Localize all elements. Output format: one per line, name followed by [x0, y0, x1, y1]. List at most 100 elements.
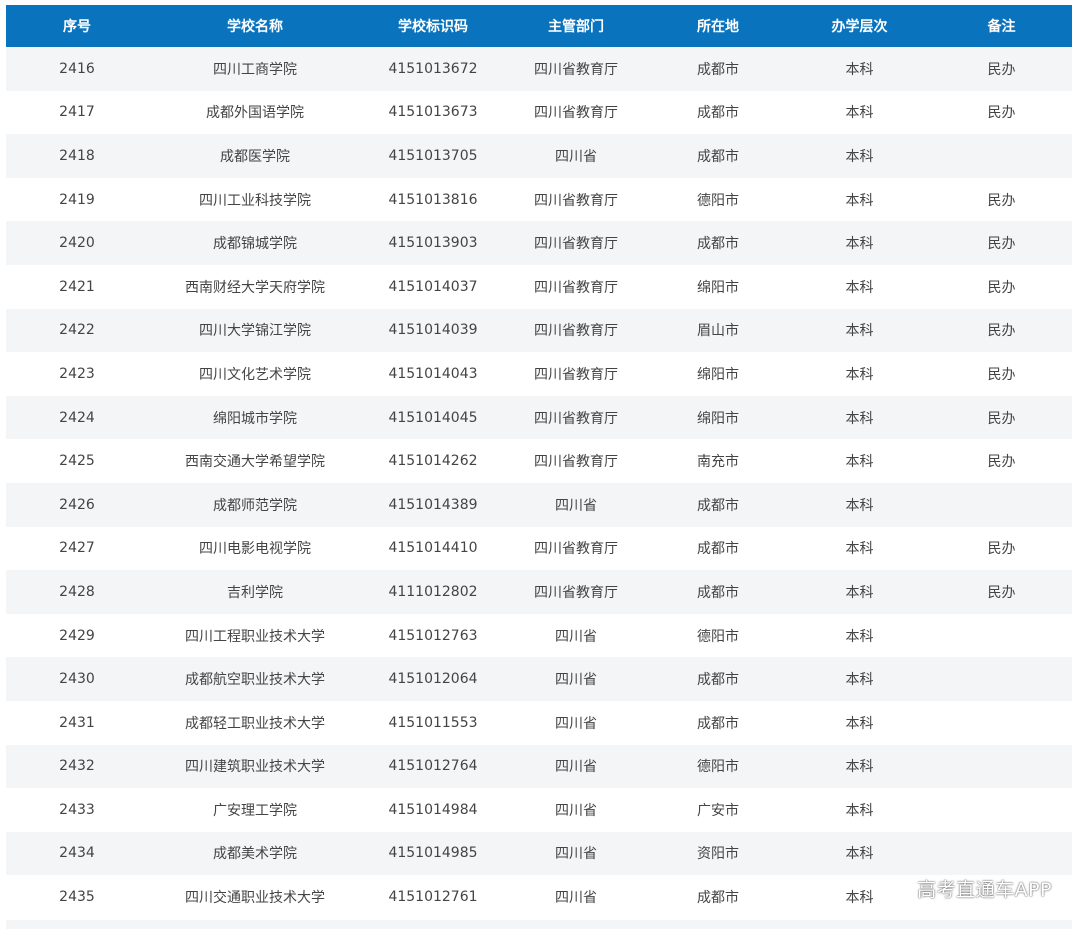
cell-location: 成都市 — [648, 482, 788, 527]
cell-level: 本科 — [788, 395, 931, 440]
cell-level: 本科 — [788, 875, 931, 919]
cell-level: 本科 — [788, 90, 931, 135]
header-school-name: 学校名称 — [148, 5, 362, 47]
cell-school-name: 西南财经大学天府学院 — [148, 264, 362, 309]
cell-authority: 四川省 — [504, 875, 648, 919]
cell-index: 2434 — [6, 831, 148, 876]
school-list: 序号 学校名称 学校标识码 主管部门 所在地 办学层次 备注 2416 四川工商学… — [6, 5, 1072, 919]
cell-authority: 四川省 — [504, 613, 648, 658]
cell-authority: 四川省 — [504, 831, 648, 876]
cell-remark: 民办 — [931, 526, 1072, 571]
cell-level: 本科 — [788, 570, 931, 614]
cell-school-name: 成都医学院 — [148, 134, 362, 178]
cell-authority: 四川省 — [504, 744, 648, 789]
cell-level: 本科 — [788, 482, 931, 527]
cell-location: 广安市 — [648, 788, 788, 832]
cell-remark — [931, 700, 1072, 745]
cell-school-name: 成都美术学院 — [148, 831, 362, 876]
cell-index: 2422 — [6, 308, 148, 353]
cell-remark — [931, 134, 1072, 178]
cell-school-name: 西南交通大学希望学院 — [148, 439, 362, 483]
cell-remark: 民办 — [931, 439, 1072, 483]
cell-index: 2424 — [6, 395, 148, 440]
cell-authority: 四川省教育厅 — [504, 395, 648, 440]
cell-location: 南充市 — [648, 439, 788, 483]
cell-remark — [931, 613, 1072, 658]
table-row: 2432 四川建筑职业技术大学 4151012764 四川省 德阳市 本科 — [6, 744, 1072, 789]
cell-remark: 民办 — [931, 264, 1072, 309]
cell-authority: 四川省教育厅 — [504, 177, 648, 222]
cell-location: 眉山市 — [648, 308, 788, 353]
cell-authority: 四川省 — [504, 700, 648, 745]
cell-index: 2427 — [6, 526, 148, 571]
cell-location: 成都市 — [648, 47, 788, 91]
cell-level: 本科 — [788, 788, 931, 832]
table-row: 2420 成都锦城学院 4151013903 四川省教育厅 成都市 本科 民办 — [6, 221, 1072, 265]
cell-level: 本科 — [788, 526, 931, 571]
cell-level: 本科 — [788, 352, 931, 396]
cell-index: 2418 — [6, 134, 148, 178]
cell-school-code: 4151012763 — [362, 613, 504, 658]
table-row: 2433 广安理工学院 4151014984 四川省 广安市 本科 — [6, 788, 1072, 832]
cell-school-name: 四川文化艺术学院 — [148, 352, 362, 396]
header-level: 办学层次 — [788, 5, 931, 47]
school-table: 序号 学校名称 学校标识码 主管部门 所在地 办学层次 备注 2416 四川工商学… — [6, 5, 1072, 919]
cell-school-code: 4151014410 — [362, 526, 504, 571]
table-row: 2421 西南财经大学天府学院 4151014037 四川省教育厅 绵阳市 本科 民办 — [6, 264, 1072, 309]
cell-authority: 四川省教育厅 — [504, 439, 648, 483]
cell-school-name: 成都航空职业技术大学 — [148, 657, 362, 701]
cell-remark — [931, 482, 1072, 527]
cell-school-name: 四川工商学院 — [148, 47, 362, 91]
cell-authority: 四川省教育厅 — [504, 264, 648, 309]
header-location: 所在地 — [648, 5, 788, 47]
cell-index: 2432 — [6, 744, 148, 789]
table-row: 2431 成都轻工职业技术大学 4151011553 四川省 成都市 本科 — [6, 700, 1072, 745]
cell-authority: 四川省教育厅 — [504, 90, 648, 135]
cell-level: 本科 — [788, 221, 931, 265]
cell-school-code: 4151014037 — [362, 264, 504, 309]
cell-school-code: 4151012761 — [362, 875, 504, 919]
cell-school-name: 吉利学院 — [148, 570, 362, 614]
cell-school-name: 四川工程职业技术大学 — [148, 613, 362, 658]
table-row: 2429 四川工程职业技术大学 4151012763 四川省 德阳市 本科 — [6, 613, 1072, 658]
table-row: 2419 四川工业科技学院 4151013816 四川省教育厅 德阳市 本科 民办 — [6, 177, 1072, 222]
cell-level: 本科 — [788, 700, 931, 745]
cell-school-code: 4151012764 — [362, 744, 504, 789]
header-index: 序号 — [6, 5, 148, 47]
cell-remark — [931, 657, 1072, 701]
table-row: 2417 成都外国语学院 4151013673 四川省教育厅 成都市 本科 民办 — [6, 90, 1072, 135]
cell-school-code: 4151014039 — [362, 308, 504, 353]
cell-level: 本科 — [788, 613, 931, 658]
cell-school-code: 4151013903 — [362, 221, 504, 265]
cell-location: 德阳市 — [648, 177, 788, 222]
cell-location: 成都市 — [648, 90, 788, 135]
cell-school-name: 绵阳城市学院 — [148, 395, 362, 440]
cell-authority: 四川省教育厅 — [504, 352, 648, 396]
cell-location: 成都市 — [648, 221, 788, 265]
cell-index: 2430 — [6, 657, 148, 701]
cell-remark: 民办 — [931, 570, 1072, 614]
cell-school-code: 4151013673 — [362, 90, 504, 135]
cell-school-name: 四川建筑职业技术大学 — [148, 744, 362, 789]
cell-level: 本科 — [788, 177, 931, 222]
table-row: 2435 四川交通职业技术大学 4151012761 四川省 成都市 本科 — [6, 875, 1072, 919]
cell-remark — [931, 744, 1072, 789]
cell-location: 成都市 — [648, 700, 788, 745]
cell-school-code: 4151011553 — [362, 700, 504, 745]
cell-authority: 四川省 — [504, 482, 648, 527]
cell-authority: 四川省 — [504, 788, 648, 832]
cell-index: 2420 — [6, 221, 148, 265]
cell-school-name: 成都外国语学院 — [148, 90, 362, 135]
cell-school-code: 4151014045 — [362, 395, 504, 440]
cell-location: 德阳市 — [648, 744, 788, 789]
cell-school-code: 4151014985 — [362, 831, 504, 876]
cell-location: 成都市 — [648, 570, 788, 614]
cell-school-name: 四川工业科技学院 — [148, 177, 362, 222]
cell-school-code: 4151014043 — [362, 352, 504, 396]
cell-level: 本科 — [788, 47, 931, 91]
cell-location: 成都市 — [648, 134, 788, 178]
header-authority: 主管部门 — [504, 5, 648, 47]
cell-school-code: 4151013816 — [362, 177, 504, 222]
cell-remark: 民办 — [931, 395, 1072, 440]
cell-index: 2423 — [6, 352, 148, 396]
